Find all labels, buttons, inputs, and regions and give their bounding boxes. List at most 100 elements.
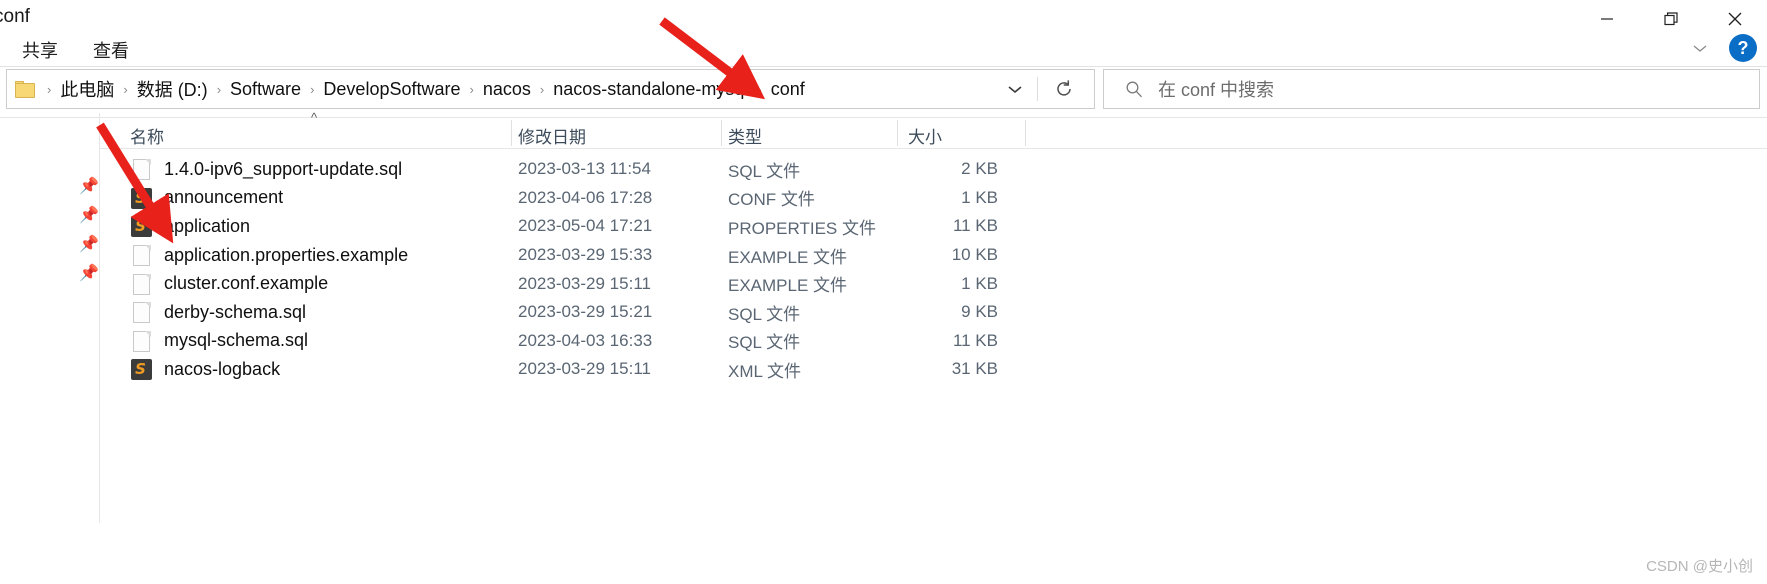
- folder-icon: [15, 80, 35, 98]
- tab-view[interactable]: 查看: [93, 37, 129, 63]
- header-bottom-border: [100, 148, 1767, 149]
- breadcrumb-separator: ›: [469, 81, 474, 97]
- table-row[interactable]: derby-schema.sql 2023-03-29 15:21 SQL 文件 9 …: [100, 298, 1767, 327]
- address-bar[interactable]: › 此电脑 › 数据 (D:) › Software › DevelopSoft…: [6, 69, 1095, 109]
- file-size-cell: 1 KB: [961, 187, 998, 207]
- expand-ribbon-button[interactable]: [1685, 36, 1715, 60]
- file-type-cell: CONF 文件: [728, 190, 815, 210]
- file-size-cell: 11 KB: [952, 330, 998, 350]
- file-type-cell: SQL 文件: [728, 161, 801, 181]
- document-icon: [130, 329, 152, 353]
- column-header-name[interactable]: 名称: [130, 123, 164, 148]
- file-type-cell: PROPERTIES 文件: [728, 218, 876, 238]
- refresh-icon: [1057, 80, 1071, 96]
- breadcrumb-separator: ›: [757, 81, 762, 97]
- document-icon: [130, 243, 152, 267]
- close-icon: [1728, 12, 1742, 26]
- chevron-down-icon: [1693, 45, 1707, 52]
- file-name-cell[interactable]: Sannouncement: [130, 186, 283, 210]
- ribbon-tab-bar: 共享 查看: [0, 32, 1767, 64]
- table-row[interactable]: mysql-schema.sql 2023-04-03 16:33 SQL 文件 11…: [100, 327, 1767, 356]
- file-size-cell: 2 KB: [961, 159, 998, 179]
- breadcrumb-item-software[interactable]: Software: [227, 77, 304, 102]
- file-date-cell: 2023-03-29 15:11: [518, 359, 651, 379]
- search-input[interactable]: 在 conf 中搜索: [1158, 76, 1274, 102]
- file-name-cell[interactable]: 1.4.0-ipv6_support-update.sql: [130, 157, 402, 181]
- table-row[interactable]: 1.4.0-ipv6_support-update.sql 2023-03-13 …: [100, 155, 1767, 184]
- refresh-button[interactable]: [1042, 70, 1086, 108]
- column-header-row: 名称 ^ 修改日期 类型 大小: [100, 110, 1767, 148]
- file-name: application.properties.example: [164, 244, 409, 265]
- column-divider[interactable]: [721, 120, 722, 146]
- breadcrumb-item-conf[interactable]: conf: [768, 77, 808, 102]
- table-row[interactable]: Sannouncement 2023-04-06 17:28 CONF 文件 1 KB: [100, 184, 1767, 213]
- file-type-cell: EXAMPLE 文件: [728, 247, 848, 267]
- pin-icon: 📌: [79, 265, 99, 282]
- file-name: 1.4.0-ipv6_support-update.sql: [164, 158, 403, 179]
- tab-share[interactable]: 共享: [22, 37, 58, 63]
- file-size-cell: 1 KB: [961, 273, 998, 293]
- search-box[interactable]: 在 conf 中搜索: [1103, 69, 1760, 109]
- column-divider[interactable]: [897, 120, 898, 146]
- file-size-cell: 9 KB: [961, 302, 998, 322]
- file-name-cell[interactable]: derby-schema.sql: [130, 300, 306, 324]
- file-name: derby-schema.sql: [164, 301, 307, 322]
- pin-icon: 📌: [79, 178, 99, 195]
- help-button[interactable]: ?: [1729, 34, 1757, 62]
- file-type-cell: SQL 文件: [728, 333, 801, 353]
- breadcrumb-item-drive-d[interactable]: 数据 (D:): [134, 74, 211, 104]
- file-type-cell: EXAMPLE 文件: [728, 276, 848, 296]
- file-type-cell: XML 文件: [728, 361, 802, 381]
- document-icon: [130, 272, 152, 296]
- file-date-cell: 2023-03-29 15:33: [518, 245, 653, 265]
- file-name-cell[interactable]: Sapplication: [130, 214, 250, 238]
- file-size-cell: 10 KB: [951, 245, 998, 265]
- column-divider[interactable]: [1025, 120, 1026, 146]
- column-divider[interactable]: [511, 120, 512, 146]
- sublime-text-icon: S: [130, 357, 152, 381]
- file-date-cell: 2023-03-29 15:21: [518, 302, 653, 322]
- breadcrumb-item-nacos[interactable]: nacos: [480, 77, 534, 102]
- file-date-cell: 2023-03-29 15:11: [518, 273, 651, 293]
- file-name-cell[interactable]: Snacos-logback: [130, 357, 280, 381]
- address-bar-row: › 此电脑 › 数据 (D:) › Software › DevelopSoft…: [0, 69, 1767, 109]
- breadcrumb: › 此电脑 › 数据 (D:) › Software › DevelopSoft…: [41, 74, 808, 104]
- table-row[interactable]: cluster.conf.example 2023-03-29 15:11 EXAM…: [100, 269, 1767, 298]
- file-type-cell: SQL 文件: [728, 304, 801, 324]
- address-history-dropdown[interactable]: [998, 70, 1032, 108]
- breadcrumb-item-nacos-standalone-mysql[interactable]: nacos-standalone-mysql: [550, 77, 751, 102]
- file-size-cell: 31 KB: [951, 359, 998, 379]
- chevron-down-icon: [1008, 86, 1022, 94]
- file-size-cell: 11 KB: [952, 216, 998, 236]
- navigation-pane: [0, 113, 100, 523]
- breadcrumb-separator: ›: [123, 81, 128, 97]
- file-date-cell: 2023-05-04 17:21: [518, 216, 653, 236]
- column-header-type[interactable]: 类型: [728, 123, 762, 148]
- file-name: cluster.conf.example: [164, 273, 329, 294]
- pin-icon: 📌: [79, 207, 99, 224]
- file-name-cell[interactable]: cluster.conf.example: [130, 272, 328, 296]
- breadcrumb-separator: ›: [310, 81, 315, 97]
- file-name-cell[interactable]: application.properties.example: [130, 243, 408, 267]
- file-list: 1.4.0-ipv6_support-update.sql 2023-03-13 …: [100, 155, 1767, 384]
- file-name: nacos-logback: [164, 358, 281, 379]
- file-name: mysql-schema.sql: [164, 330, 309, 351]
- column-header-date[interactable]: 修改日期: [518, 123, 586, 148]
- breadcrumb-item-this-pc[interactable]: 此电脑: [57, 74, 117, 104]
- table-row[interactable]: application.properties.example 2023-03-29…: [100, 241, 1767, 270]
- breadcrumb-separator: ›: [47, 81, 52, 97]
- minimize-icon: [1601, 18, 1613, 20]
- file-name-cell[interactable]: mysql-schema.sql: [130, 329, 308, 353]
- restore-icon: [1664, 12, 1678, 26]
- table-row[interactable]: Snacos-logback 2023-03-29 15:11 XML 文件 31 K…: [100, 355, 1767, 384]
- file-name: announcement: [164, 187, 284, 208]
- breadcrumb-item-developsoftware[interactable]: DevelopSoftware: [320, 77, 463, 102]
- sublime-text-icon: S: [130, 214, 152, 238]
- document-icon: [130, 157, 152, 181]
- column-header-size[interactable]: 大小: [908, 123, 942, 148]
- pin-icon: 📌: [79, 236, 99, 253]
- sort-ascending-icon: ^: [311, 110, 318, 125]
- breadcrumb-separator: ›: [216, 81, 222, 97]
- file-date-cell: 2023-03-13 11:54: [518, 159, 651, 179]
- table-row[interactable]: Sapplication 2023-05-04 17:21 PROPERTIES 文…: [100, 212, 1767, 241]
